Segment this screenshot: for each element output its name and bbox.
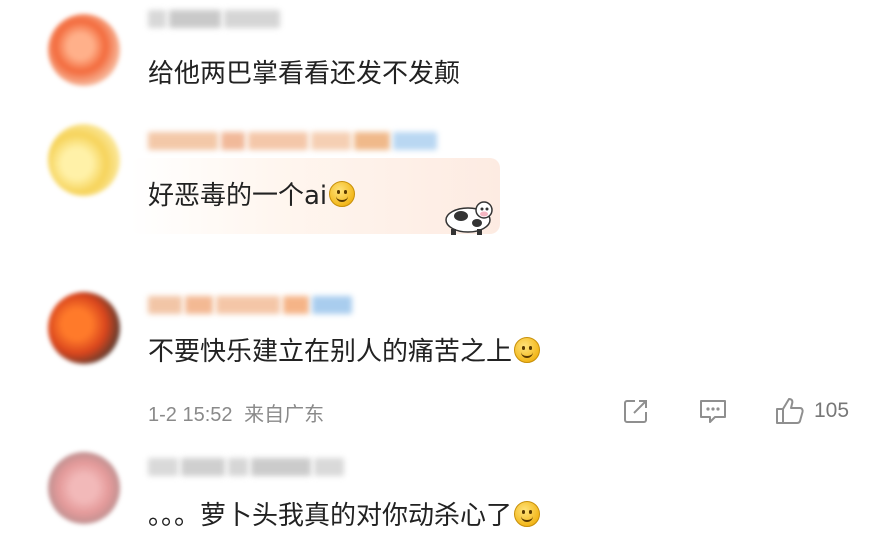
like-icon [776, 398, 804, 424]
comment-text-content: 不要快乐建立在别人的痛苦之上 [148, 337, 513, 367]
avatar[interactable] [48, 124, 120, 196]
comment-icon [700, 400, 726, 423]
username-blurred[interactable] [148, 8, 280, 30]
cow-sticker-icon [445, 201, 493, 235]
comment-time: 1-2 15:52 [148, 404, 233, 426]
reply-button[interactable] [697, 396, 729, 426]
comment-text: 好恶毒的一个ai [148, 178, 356, 214]
smile-emoji-icon [514, 337, 541, 363]
avatar[interactable] [48, 292, 120, 364]
smile-emoji-icon [329, 181, 356, 207]
avatar[interactable] [48, 452, 120, 524]
comment-text: 给他两巴掌看看还发不发颠 [148, 56, 460, 92]
comment-text-content: 给他两巴掌看看还发不发颠 [148, 59, 461, 89]
avatar[interactable] [48, 14, 120, 86]
username-blurred[interactable] [148, 294, 352, 316]
like-button[interactable]: 105 [774, 396, 849, 426]
comment-meta: 1-2 15:52 来自广东 [148, 398, 324, 427]
comment-text: 不要快乐建立在别人的痛苦之上 [148, 334, 541, 370]
like-count: 105 [814, 399, 850, 422]
comment-text-content: 。。。萝卜头我真的对你动杀心了 [148, 501, 513, 531]
username-blurred[interactable] [148, 456, 344, 478]
username-blurred[interactable] [148, 130, 437, 152]
comment-text-content: 好恶毒的一个ai [148, 181, 328, 211]
comment-location: 来自广东 [244, 404, 325, 426]
comment-text: 。。。萝卜头我真的对你动杀心了 [148, 498, 541, 534]
smile-emoji-icon [514, 501, 541, 527]
share-button[interactable] [621, 396, 651, 426]
share-icon [624, 400, 647, 423]
